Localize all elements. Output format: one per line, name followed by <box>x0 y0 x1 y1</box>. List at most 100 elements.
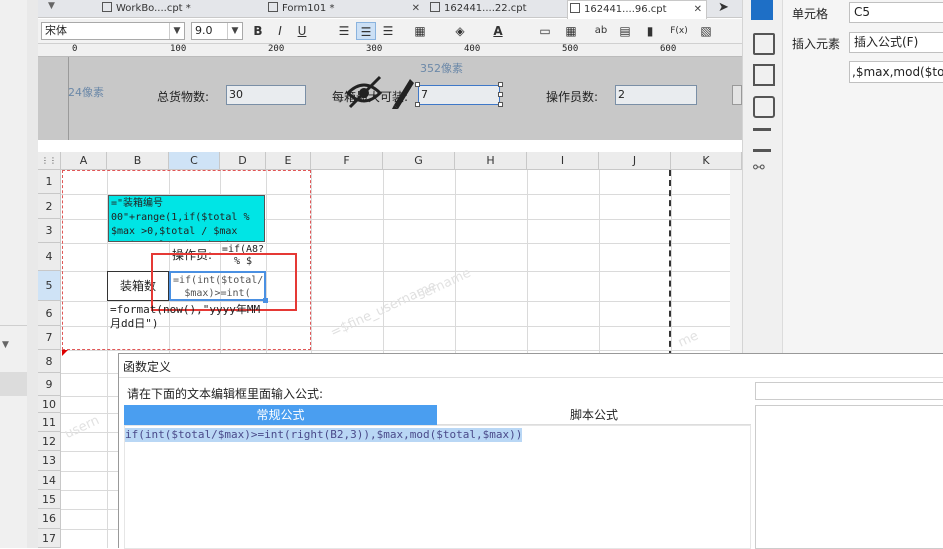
formula-editor[interactable]: if(int($total/$max)>=int(right(B2,3)),$m… <box>124 425 751 549</box>
parameter-pane: 352像素 24像素 总货物数: 30 每箱最大可装: 7 操作员数: 2 <box>38 57 742 140</box>
column-header[interactable]: G <box>383 152 455 170</box>
tab-script-formula[interactable]: 脚本公式 <box>437 405 751 425</box>
list-attributes-icon[interactable] <box>753 128 771 152</box>
ruler-tick: 500 <box>562 44 579 54</box>
table-icon[interactable]: ▦ <box>561 22 581 40</box>
more-tools-icon[interactable]: ▧ <box>696 22 716 40</box>
tab-label: WorkBo....cpt * <box>116 3 191 14</box>
cell-b2-merged[interactable]: ="装箱编号00"+range(1,if($total % $max >0,$t… <box>108 195 265 242</box>
select-all-corner[interactable]: ⋮⋮ <box>38 152 61 170</box>
row-header[interactable]: 8 <box>38 350 61 373</box>
cell-element-icon[interactable] <box>753 64 775 86</box>
italic-button[interactable]: I <box>270 22 290 40</box>
total-goods-field[interactable]: 30 <box>226 85 306 105</box>
left-strip-item[interactable] <box>0 372 27 396</box>
close-icon[interactable]: ✕ <box>694 1 702 18</box>
tab-label: Form101 * <box>282 3 335 14</box>
collapse-arrow-icon[interactable]: ▼ <box>2 340 9 350</box>
column-header[interactable]: K <box>671 152 742 170</box>
widget-icon[interactable] <box>753 96 775 118</box>
operators-field[interactable]: 2 <box>615 85 697 105</box>
tab-report-96[interactable]: 162441....96.cpt ✕ <box>567 0 707 19</box>
row-header[interactable]: 11 <box>38 413 61 432</box>
close-icon[interactable]: ✕ <box>412 0 420 17</box>
column-header[interactable]: I <box>527 152 599 170</box>
underline-button[interactable]: U <box>292 22 312 40</box>
align-left-icon[interactable]: ☰ <box>334 22 354 40</box>
row-header[interactable]: 3 <box>38 219 61 243</box>
insert-element-select[interactable]: 插入公式(F) <box>849 32 943 53</box>
row-header[interactable]: 13 <box>38 451 61 471</box>
hide-eye-icon[interactable] <box>344 71 416 111</box>
row-header[interactable]: 9 <box>38 373 61 396</box>
font-color-icon[interactable]: A <box>488 22 508 40</box>
resize-handle[interactable] <box>498 82 503 87</box>
font-name-value: 宋体 <box>45 24 67 37</box>
align-center-icon[interactable]: ☰ <box>356 22 376 40</box>
column-header[interactable]: F <box>311 152 383 170</box>
font-size-select[interactable]: 9.0 ▼ <box>191 22 243 40</box>
font-name-select[interactable]: 宋体 ▼ <box>41 22 185 40</box>
row-header[interactable]: 10 <box>38 396 61 413</box>
chevron-down-icon: ▼ <box>227 23 242 39</box>
row-header[interactable]: 7 <box>38 326 61 350</box>
query-button[interactable] <box>732 85 742 105</box>
ruler-tick: 600 <box>660 44 677 54</box>
row-header[interactable]: 17 <box>38 529 61 548</box>
ruler-tick: 300 <box>366 44 383 54</box>
per-box-field[interactable]: 7 <box>418 85 500 105</box>
condition-attributes-icon[interactable] <box>753 33 775 55</box>
row-header[interactable]: 16 <box>38 509 61 529</box>
link-icon[interactable]: ⚯ <box>753 160 771 178</box>
dialog-titlebar[interactable]: 函数定义 <box>119 354 943 378</box>
column-header[interactable]: B <box>107 152 169 170</box>
row-header[interactable]: 15 <box>38 490 61 509</box>
bold-button[interactable]: B <box>248 22 268 40</box>
column-header[interactable]: E <box>266 152 311 170</box>
row-header[interactable]: 14 <box>38 471 61 490</box>
column-header[interactable]: J <box>599 152 671 170</box>
column-header[interactable]: H <box>455 152 527 170</box>
align-right-icon[interactable]: ☰ <box>378 22 398 40</box>
size-hint-height: 24像素 <box>68 86 104 99</box>
operators-label: 操作员数: <box>546 90 599 104</box>
chart-tool-icon[interactable]: ▮ <box>640 22 660 40</box>
tab-report-22[interactable]: 162441....22.cpt <box>428 0 568 18</box>
fill-color-icon[interactable]: ◈ <box>450 22 470 40</box>
text-tool-button[interactable]: ab <box>591 22 611 40</box>
column-header[interactable]: A <box>61 152 107 170</box>
row-header[interactable]: 5 <box>38 271 61 301</box>
tab-label: 162441....22.cpt <box>444 3 527 14</box>
tab-form101[interactable]: Form101 * ✕ <box>266 0 424 18</box>
row-header[interactable]: 1 <box>38 170 61 194</box>
tab-workbook[interactable]: WorkBo....cpt * <box>100 0 262 18</box>
resize-handle[interactable] <box>498 92 503 97</box>
column-header[interactable]: C <box>169 152 220 170</box>
cell-b6[interactable]: =format(now(),"yyyy年MM月dd日") <box>110 303 266 337</box>
cell-label: 单元格 <box>792 7 829 21</box>
grid-line <box>61 350 742 351</box>
cell-attributes-icon[interactable] <box>751 0 773 20</box>
row-header[interactable]: 2 <box>38 194 61 219</box>
report-file-icon <box>430 2 440 12</box>
total-goods-label: 总货物数: <box>157 90 210 104</box>
column-header[interactable]: D <box>220 152 266 170</box>
row-header[interactable]: 6 <box>38 301 61 326</box>
row-header[interactable]: 4 <box>38 243 61 271</box>
formula-tool-button[interactable]: F(x) <box>666 22 692 40</box>
row-header[interactable]: 12 <box>38 432 61 451</box>
image-tool-icon[interactable]: ▤ <box>615 22 635 40</box>
function-list-panel[interactable] <box>755 405 943 549</box>
tab-normal-formula[interactable]: 常规公式 <box>124 405 437 425</box>
cell-name-field[interactable]: C5 <box>849 2 943 23</box>
left-scrollbar[interactable] <box>27 0 38 548</box>
tab-dropdown-icon[interactable]: ▼ <box>48 1 55 11</box>
resize-handle[interactable] <box>498 102 503 107</box>
cursor-pointer-icon[interactable]: ➤ <box>718 0 729 15</box>
cell-style-icon[interactable]: ▭ <box>535 22 555 40</box>
formula-preview-field[interactable]: ,$max,mod($tota <box>849 61 943 83</box>
form-file-icon <box>268 2 278 12</box>
border-icon[interactable]: ▦ <box>410 22 430 40</box>
ruler-tick: 200 <box>268 44 285 54</box>
function-search-input[interactable] <box>755 382 943 400</box>
